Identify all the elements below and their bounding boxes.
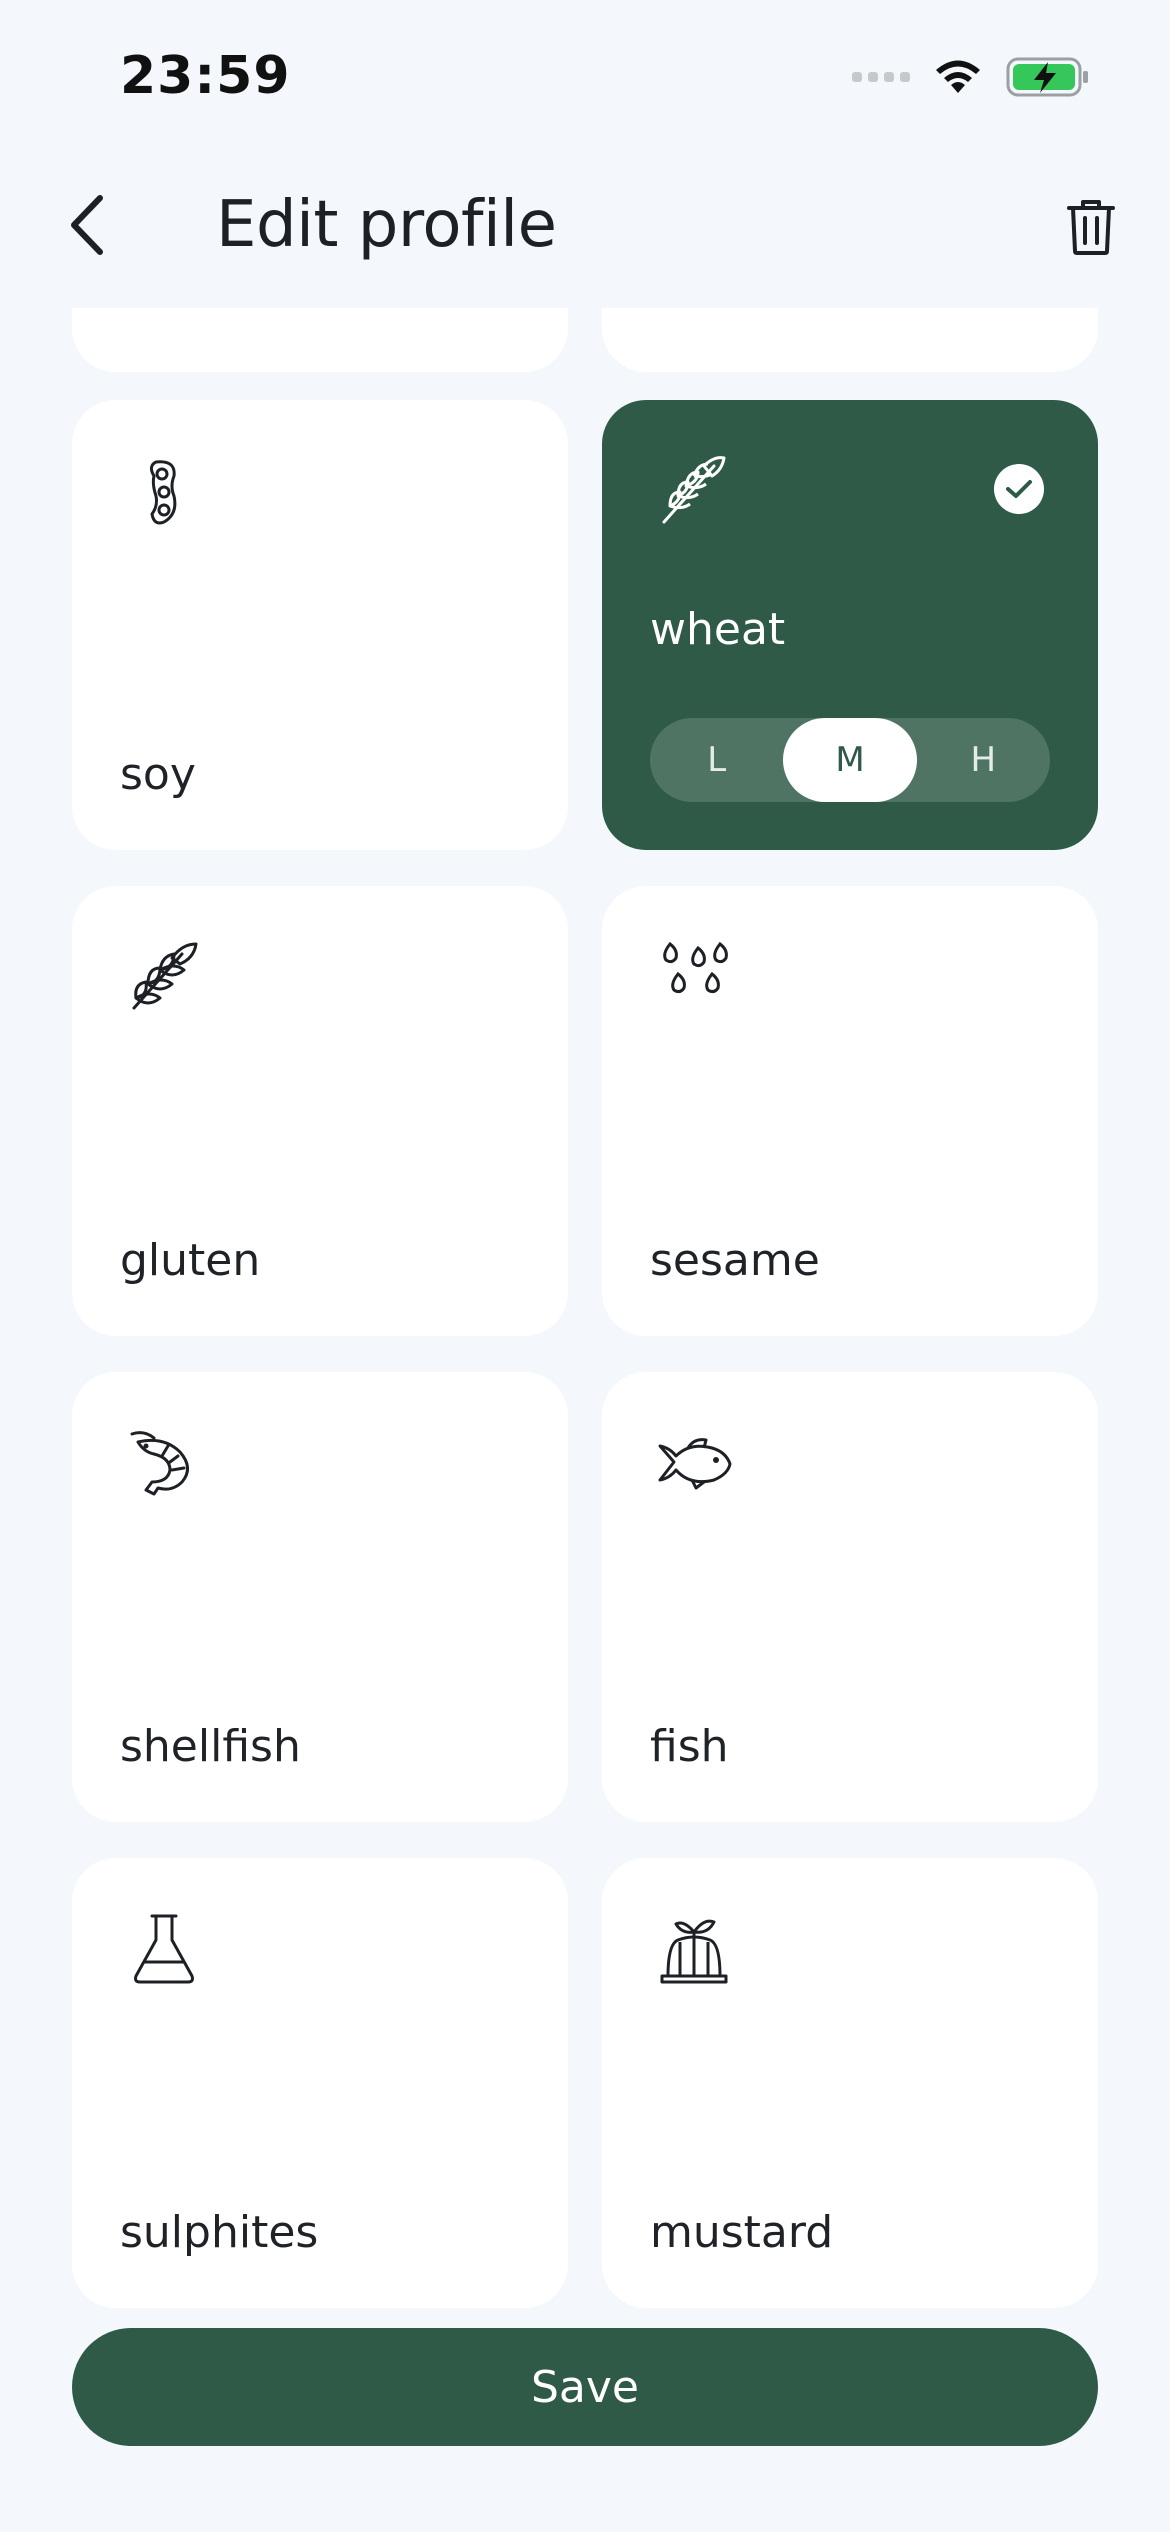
allergen-label: soy <box>120 749 196 800</box>
allergen-card-sulphites[interactable]: sulphites <box>72 1858 568 2308</box>
severity-high-option[interactable]: H <box>917 718 1050 802</box>
flask-icon <box>134 1914 194 1984</box>
shrimp-icon <box>130 1431 189 1496</box>
status-time: 23:59 <box>120 46 291 106</box>
allergen-card-partial[interactable] <box>72 308 568 372</box>
allergen-card-gluten[interactable]: gluten <box>72 886 568 1336</box>
status-icons <box>852 52 1090 102</box>
allergen-label: sesame <box>650 1235 820 1286</box>
severity-medium-option[interactable]: M <box>783 718 917 802</box>
allergen-label: mustard <box>650 2207 834 2258</box>
jelly-icon <box>660 1919 728 1984</box>
chevron-left-icon <box>71 195 103 255</box>
back-button[interactable] <box>56 190 116 260</box>
allergen-label: shellfish <box>120 1721 301 1772</box>
allergen-label: sulphites <box>120 2207 319 2258</box>
allergen-label: wheat <box>650 604 786 655</box>
fish-icon <box>658 1438 732 1490</box>
allergen-card-shellfish[interactable]: shellfish <box>72 1372 568 1822</box>
allergen-card-sesame[interactable]: sesame <box>602 886 1098 1336</box>
allergen-card-partial[interactable] <box>602 308 1098 372</box>
battery-charging-icon <box>1006 57 1088 97</box>
allergen-card-mustard[interactable]: mustard <box>602 1858 1098 2308</box>
soybean-icon <box>149 460 177 525</box>
seeds-icon <box>663 941 728 994</box>
delete-profile-button[interactable] <box>1056 192 1126 262</box>
cellular-signal-icon <box>852 72 910 82</box>
page-title: Edit profile <box>216 188 557 262</box>
wheat-icon <box>662 456 726 524</box>
allergen-grid[interactable]: soy wheat L M H gluten sesame shellfish … <box>0 308 1170 2308</box>
selected-check-icon <box>994 464 1044 514</box>
severity-low-option[interactable]: L <box>650 718 783 802</box>
allergen-label: fish <box>650 1721 729 1772</box>
severity-segmented-control: L M H <box>650 718 1050 802</box>
allergen-label: gluten <box>120 1235 261 1286</box>
grain-icon <box>132 942 198 1010</box>
save-button[interactable]: Save <box>72 2328 1098 2446</box>
allergen-card-soy[interactable]: soy <box>72 400 568 850</box>
wifi-icon <box>936 60 980 93</box>
allergen-card-wheat[interactable]: wheat L M H <box>602 400 1098 850</box>
egg-icon <box>654 308 734 312</box>
allergen-card-fish[interactable]: fish <box>602 1372 1098 1822</box>
trash-icon <box>1067 200 1115 255</box>
